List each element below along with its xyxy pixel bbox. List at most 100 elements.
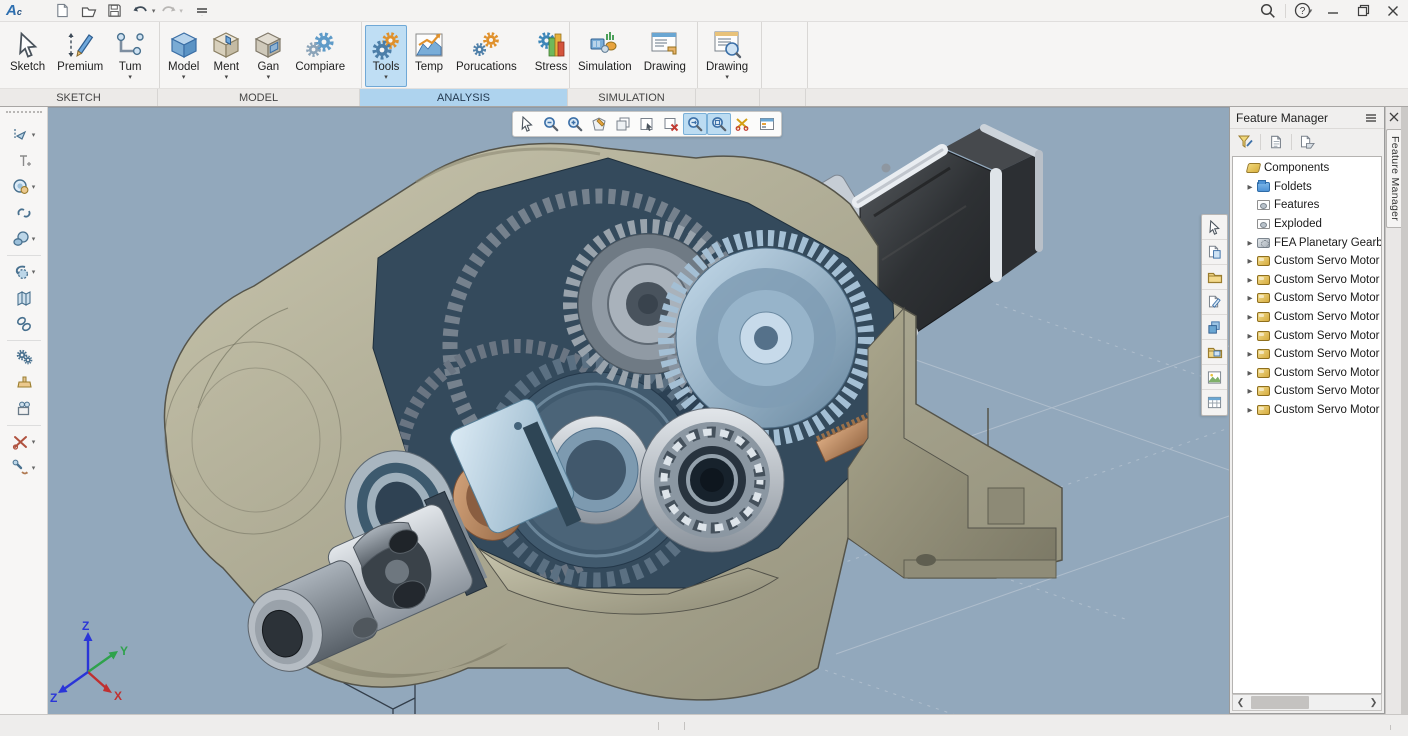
undo-button[interactable] <box>128 1 154 21</box>
tree-item[interactable]: ▶ Custom Servo Motor ( <box>1233 364 1381 383</box>
minimize-button[interactable] <box>1318 1 1348 21</box>
zoom-out-button[interactable] <box>539 113 563 135</box>
premium-button[interactable]: Premium <box>52 25 108 87</box>
chain-links-tool[interactable] <box>4 311 44 337</box>
group-label-analysis[interactable]: ANALYSIS <box>360 89 568 106</box>
side-page-edit-button[interactable] <box>1202 290 1227 315</box>
feature-manager-tab[interactable]: Feature Manager <box>1386 129 1401 228</box>
tree-item[interactable]: ▶ Features <box>1233 196 1381 215</box>
view-settings-button[interactable] <box>755 113 779 135</box>
redo-dropdown[interactable]: ▾ <box>179 7 183 15</box>
zoom-fit-button[interactable] <box>707 113 731 135</box>
expand-caret[interactable]: ▶ <box>1248 258 1257 265</box>
wrench-drag-tool[interactable]: ▾ <box>4 455 44 481</box>
porucations-button[interactable]: Porucations <box>451 25 522 87</box>
toolbar-grip[interactable] <box>6 111 42 116</box>
compiare-button[interactable]: Compiare <box>290 25 350 87</box>
help-button[interactable]: ?▾ <box>1288 1 1318 21</box>
node-pair-tool[interactable]: ▾ <box>4 226 44 252</box>
ment-button[interactable]: Ment▾ <box>206 25 246 87</box>
tree-item[interactable]: ▶ Components <box>1233 159 1381 178</box>
group-label-model[interactable]: MODEL <box>158 89 360 106</box>
tree-item[interactable]: ▶ Foldets <box>1233 178 1381 197</box>
tree-item[interactable]: ▶ Custom Servo Motor B <box>1233 382 1381 401</box>
tools-button[interactable]: Tools▾ <box>365 25 407 87</box>
scroll-right-arrow[interactable]: ❯ <box>1366 695 1381 710</box>
tree-item[interactable]: ▶ Custom Servo Motor D <box>1233 252 1381 271</box>
tree-item[interactable]: ▶ Custom Servo Motor A <box>1233 326 1381 345</box>
orbit-gear-tool[interactable]: ▾ <box>4 174 44 200</box>
side-folder-items-button[interactable] <box>1202 340 1227 365</box>
customize-toolbar-button[interactable] <box>189 1 215 21</box>
scroll-left-arrow[interactable]: ❮ <box>1233 695 1248 710</box>
tum-button[interactable]: Tum▾ <box>110 25 150 87</box>
side-table-view-button[interactable] <box>1202 390 1227 415</box>
restore-button[interactable] <box>1348 1 1378 21</box>
drawing-dropdown-button[interactable]: Drawing▾ <box>701 25 753 87</box>
panel-title-bar[interactable]: Feature Manager <box>1230 107 1384 129</box>
tree-item[interactable]: ▶ FEA Planetary Gearbox <box>1233 233 1381 252</box>
cube-copy-button[interactable] <box>611 113 635 135</box>
page-select-button[interactable] <box>635 113 659 135</box>
zoom-window-button[interactable] <box>683 113 707 135</box>
simulation-button[interactable]: Simulation <box>573 25 637 87</box>
tree-item[interactable]: ▶ Custom Servo Motor B <box>1233 345 1381 364</box>
tree-item[interactable]: ▶ Exploded <box>1233 215 1381 234</box>
filter-funnel-icon[interactable] <box>1234 132 1256 152</box>
link-curve-tool[interactable] <box>4 200 44 226</box>
export-document-icon[interactable] <box>1296 132 1318 152</box>
gan-button[interactable]: Gan▾ <box>248 25 288 87</box>
document-icon[interactable] <box>1265 132 1287 152</box>
select-tool-button[interactable] <box>515 113 539 135</box>
save-button[interactable] <box>102 1 128 21</box>
group-label-sketch[interactable]: SKETCH <box>0 89 158 106</box>
sketch-edit-button[interactable] <box>587 113 611 135</box>
expand-caret[interactable]: ▶ <box>1248 351 1257 358</box>
panel-close-icon[interactable] <box>1386 107 1402 127</box>
snips-tool[interactable]: ▾ <box>4 429 44 455</box>
stress-button[interactable]: Stress <box>530 25 573 87</box>
model-button[interactable]: Model▾ <box>163 25 204 87</box>
expand-caret[interactable]: ▶ <box>1248 369 1257 376</box>
tree-item[interactable]: ▶ Custom Servo Motor F <box>1233 401 1381 420</box>
expand-caret[interactable]: ▶ <box>1248 276 1257 283</box>
drawing-button[interactable]: Drawing <box>639 25 691 87</box>
sketch-button[interactable]: Sketch <box>5 25 50 87</box>
search-icon[interactable] <box>1253 1 1283 21</box>
brush-tool[interactable] <box>4 370 44 396</box>
group-label-drawing[interactable] <box>696 89 760 106</box>
gearbox-3d-model[interactable]: Z Y X Z <box>48 108 1229 714</box>
side-open-folder-button[interactable] <box>1202 265 1227 290</box>
scroll-track[interactable] <box>1248 695 1366 710</box>
expand-caret[interactable]: ▶ <box>1248 388 1257 395</box>
temp-button[interactable]: Temp <box>409 25 449 87</box>
new-file-button[interactable] <box>50 1 76 21</box>
3d-viewport[interactable]: Z Y X Z <box>48 107 1229 714</box>
section-cut-button[interactable] <box>731 113 755 135</box>
tree-item[interactable]: ▶ Custom Servo Motor F <box>1233 308 1381 327</box>
curve-gear-tool[interactable]: ▾ <box>4 259 44 285</box>
page-delete-button[interactable] <box>659 113 683 135</box>
surface-panels-tool[interactable] <box>4 285 44 311</box>
expand-caret[interactable]: ▶ <box>1248 183 1257 190</box>
redo-button[interactable] <box>155 1 181 21</box>
tree-item[interactable]: ▶ Custom Servo Motor f <box>1233 289 1381 308</box>
box-copies-tool[interactable] <box>4 396 44 422</box>
panel-horizontal-scrollbar[interactable]: ❮ ❯ <box>1232 694 1382 711</box>
zoom-in-button[interactable] <box>563 113 587 135</box>
expand-caret[interactable]: ▶ <box>1248 406 1257 413</box>
group-label-simulation[interactable]: SIMULATION <box>568 89 696 106</box>
scroll-thumb[interactable] <box>1251 696 1309 709</box>
expand-caret[interactable]: ▶ <box>1248 239 1257 246</box>
gear-train-tool[interactable] <box>4 344 44 370</box>
panel-menu-icon[interactable] <box>1362 110 1380 126</box>
spline-cursor-tool[interactable]: ▾ <box>4 122 44 148</box>
side-copy-blue-button[interactable] <box>1202 315 1227 340</box>
expand-caret[interactable]: ▶ <box>1248 313 1257 320</box>
expand-caret[interactable]: ▶ <box>1248 295 1257 302</box>
tree-item[interactable]: ▶ Custom Servo Motor D <box>1233 271 1381 290</box>
side-page-copy-button[interactable] <box>1202 240 1227 265</box>
transform-point-tool[interactable] <box>4 148 44 174</box>
side-select-button[interactable] <box>1202 215 1227 240</box>
side-image-view-button[interactable] <box>1202 365 1227 390</box>
